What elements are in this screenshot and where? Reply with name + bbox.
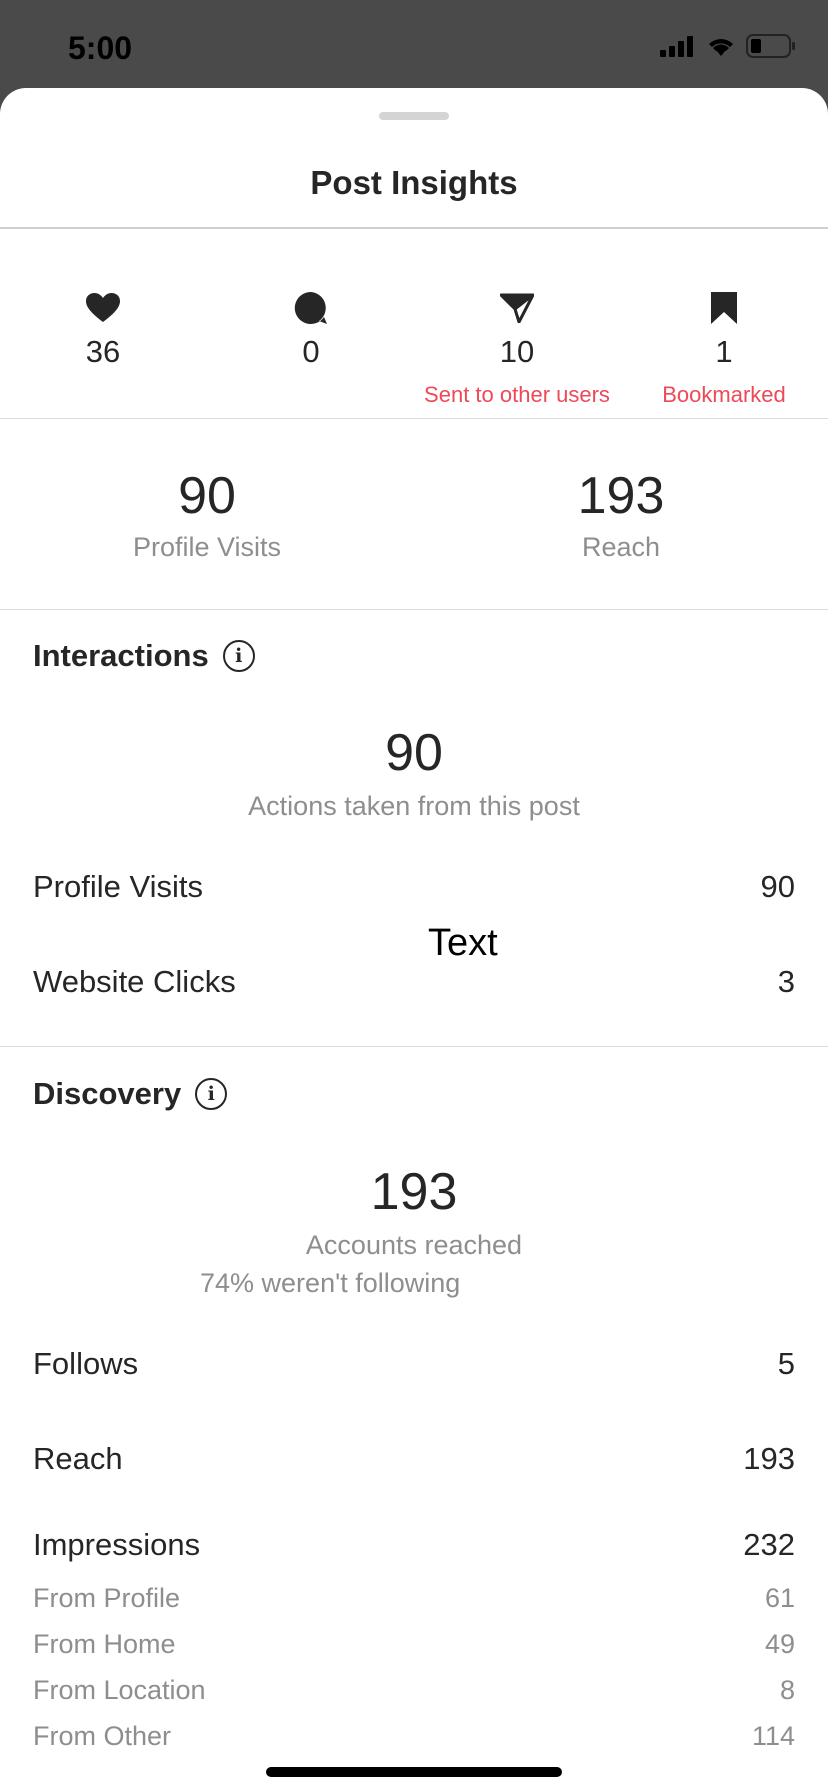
interactions-row: Profile Visits 90 (33, 869, 795, 905)
row-label: Website Clicks (33, 964, 236, 999)
reach-value: 193 (577, 467, 665, 525)
row-value: 3 (777, 964, 795, 999)
row-label: Reach (33, 1441, 123, 1476)
saves-label: Bookmarked (662, 382, 786, 407)
row-label: Profile Visits (33, 869, 203, 904)
row-value: 114 (751, 1721, 795, 1751)
home-indicator (266, 1767, 562, 1777)
reach-label: Reach (581, 532, 661, 562)
row-value: 90 (760, 869, 795, 904)
summary-divider (0, 609, 828, 610)
shares-label: Sent to other users (424, 382, 610, 407)
likes-count: 36 (85, 334, 121, 369)
impressions-source-row: From Location 8 (33, 1675, 795, 1706)
info-icon[interactable]: i (222, 640, 255, 672)
comments-metric: 0 (211, 288, 411, 370)
impressions-source-row: From Other 114 (33, 1721, 795, 1752)
interactions-title: Interactions (33, 638, 209, 673)
shares-metric: 10 Sent to other users (417, 288, 617, 408)
profile-visits-stat: 90 Profile Visits (0, 466, 414, 563)
saves-metric: 1 Bookmarked (624, 288, 824, 408)
discovery-total: 193 Accounts reached (0, 1162, 828, 1261)
battery-icon (746, 34, 795, 58)
row-label: From Other (33, 1721, 172, 1751)
header-divider (0, 227, 828, 229)
insights-sheet: Post Insights 36 0 10 Sent to other user… (0, 88, 828, 1792)
row-label: From Location (33, 1675, 206, 1705)
send-icon (500, 293, 534, 323)
interactions-total: 90 Actions taken from this post (0, 723, 828, 822)
row-label: Follows (33, 1346, 139, 1381)
discovery-note: 74% weren't following (200, 1268, 461, 1298)
status-bar: 5:00 (0, 0, 828, 88)
impressions-source-row: From Home 49 (33, 1629, 795, 1660)
info-icon[interactable]: i (195, 1078, 228, 1110)
profile-visits-label: Profile Visits (132, 532, 282, 562)
status-icons (660, 34, 796, 58)
row-value: 232 (743, 1527, 795, 1562)
metrics-divider (0, 418, 828, 419)
comments-count: 0 (302, 334, 320, 369)
overlay-text: Text (428, 922, 498, 964)
discovery-row: Impressions 232 (33, 1527, 795, 1563)
interactions-header: Interactions i (33, 638, 255, 674)
row-label: Impressions (33, 1527, 201, 1562)
discovery-row: Follows 5 (33, 1346, 795, 1382)
row-value: 193 (743, 1441, 795, 1476)
row-value: 8 (779, 1675, 795, 1705)
row-label: From Profile (33, 1583, 181, 1613)
sheet-grabber[interactable] (379, 112, 449, 120)
heart-icon (86, 293, 120, 322)
wifi-icon (709, 39, 733, 56)
reach-stat: 193 Reach (414, 466, 828, 563)
interactions-total-label: Actions taken from this post (248, 791, 580, 821)
signal-icon (660, 36, 693, 57)
row-value: 49 (764, 1629, 795, 1659)
row-value: 5 (777, 1346, 795, 1381)
row-value: 61 (764, 1583, 795, 1613)
discovery-total-label: Accounts reached (305, 1230, 523, 1260)
row-label: From Home (33, 1629, 176, 1659)
discovery-row: Reach 193 (33, 1441, 795, 1477)
bookmark-icon (711, 292, 737, 324)
saves-count: 1 (715, 334, 733, 369)
interactions-total-value: 90 (385, 724, 443, 782)
impressions-source-row: From Profile 61 (33, 1583, 795, 1614)
sheet-title: Post Insights (310, 164, 518, 201)
comment-icon (294, 291, 327, 324)
interactions-row: Website Clicks 3 (33, 964, 795, 1000)
status-time: 5:00 (68, 30, 133, 66)
likes-metric: 36 (3, 288, 203, 370)
profile-visits-value: 90 (178, 467, 236, 525)
discovery-title: Discovery (33, 1076, 182, 1111)
discovery-header: Discovery i (33, 1076, 228, 1112)
interactions-divider (0, 1046, 828, 1047)
discovery-total-value: 193 (370, 1163, 458, 1221)
shares-count: 10 (499, 334, 535, 369)
